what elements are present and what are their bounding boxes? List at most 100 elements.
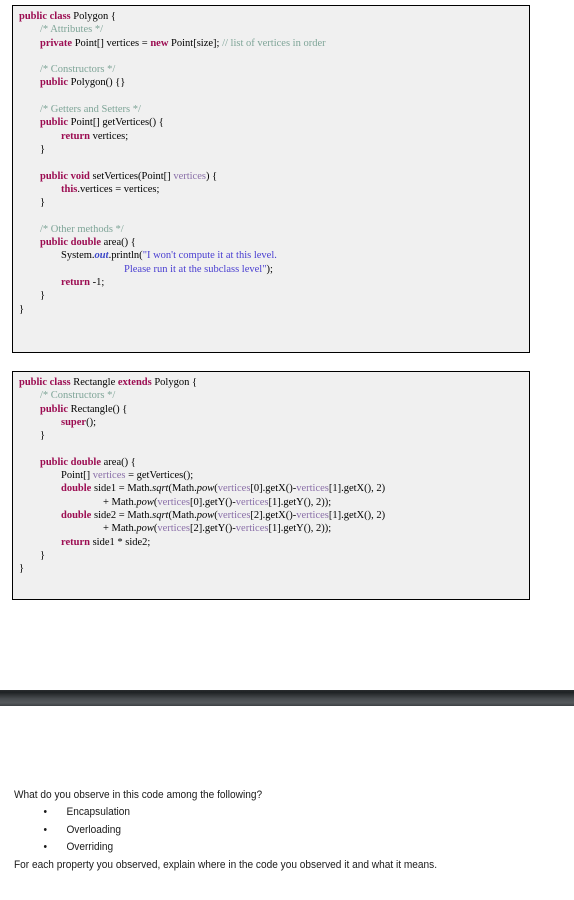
code-token: [0].getY()- bbox=[190, 496, 236, 508]
code-line: Please run it at the subclass level"); bbox=[13, 263, 529, 276]
code-token: } bbox=[19, 549, 46, 561]
code-token: Point[] bbox=[72, 37, 107, 49]
code-token: [1].getY(), 2)); bbox=[268, 496, 332, 508]
code-token: side1 = Math. bbox=[91, 483, 153, 495]
code-token: (); bbox=[86, 416, 97, 428]
code-line: double side2 = Math.sqrt(Math.pow(vertic… bbox=[13, 509, 529, 522]
code-token: public bbox=[40, 117, 69, 129]
code-token: return bbox=[61, 130, 90, 142]
bullet-icon: • bbox=[43, 806, 47, 818]
code-token: } bbox=[19, 290, 46, 302]
code-line: /* Other methods */ bbox=[13, 223, 529, 236]
code-token: } bbox=[19, 197, 46, 209]
code-token: .println( bbox=[108, 250, 143, 262]
code-token: vertices bbox=[217, 509, 251, 521]
code-line: public double area() { bbox=[13, 456, 529, 469]
code-line: public class Polygon { bbox=[13, 10, 529, 23]
code-line: } bbox=[13, 196, 529, 209]
code-token: Point[] getVertices() { bbox=[68, 117, 164, 129]
code-token: pow bbox=[196, 509, 215, 521]
code-line: public void setVertices(Point[] vertices… bbox=[13, 170, 529, 183]
code-token: [2].getY()- bbox=[190, 523, 236, 535]
code-line: + Math.pow(vertices[2].getY()-vertices[1… bbox=[13, 522, 529, 535]
code-token: ) { bbox=[205, 170, 218, 182]
divider-bar bbox=[0, 690, 574, 706]
code-token: pow bbox=[196, 483, 215, 495]
code-token: ); bbox=[266, 263, 273, 275]
code-line: + Math.pow(vertices[0].getY()-vertices[1… bbox=[13, 496, 529, 509]
code-line: /* Constructors */ bbox=[13, 63, 529, 76]
code-line: public Point[] getVertices() { bbox=[13, 116, 529, 129]
question-block: What do you observe in this code among t… bbox=[14, 787, 511, 874]
code-token: side2 = Math. bbox=[91, 509, 153, 521]
code-token: } bbox=[19, 430, 46, 442]
code-token: ; bbox=[125, 130, 129, 142]
code-token: public class bbox=[19, 11, 71, 22]
code-line: this.vertices = vertices; bbox=[13, 183, 529, 196]
code-token: side1 * side2; bbox=[89, 536, 151, 548]
code-token: Point[] bbox=[19, 470, 93, 482]
code-token: vertices bbox=[79, 183, 113, 195]
question-option-overloading: • Overloading bbox=[14, 822, 511, 840]
code-token: vertices bbox=[157, 523, 191, 535]
code-token: vertices bbox=[173, 170, 206, 182]
code-token: } bbox=[19, 303, 25, 315]
code-token: area() { bbox=[101, 237, 136, 249]
code-line: } bbox=[13, 303, 529, 316]
code-line: double side1 = Math.sqrt(Math.pow(vertic… bbox=[13, 482, 529, 495]
code-token: pow bbox=[136, 496, 154, 508]
question-option-label: Overriding bbox=[66, 841, 114, 853]
code-line: private Point[] vertices = new Point[siz… bbox=[13, 37, 529, 50]
code-line: } bbox=[13, 289, 529, 302]
code-token: = bbox=[139, 37, 151, 49]
code-line: } bbox=[13, 562, 529, 575]
code-line: } bbox=[13, 549, 529, 562]
code-token: sqrt bbox=[152, 483, 169, 495]
code-token: public double bbox=[40, 237, 101, 249]
code-line: return vertices; bbox=[13, 130, 529, 143]
code-token: /* Other methods */ bbox=[40, 223, 124, 235]
code-token: Rectangle() { bbox=[68, 403, 128, 415]
code-token: vertices bbox=[92, 470, 126, 482]
code-token: double bbox=[61, 509, 92, 521]
code-token: vertices bbox=[157, 496, 191, 508]
code-token: + Math. bbox=[19, 496, 137, 508]
code-block-rectangle: public class Rectangle extends Polygon {… bbox=[12, 371, 530, 600]
question-option-overriding: • Overriding bbox=[14, 839, 511, 857]
code-block-polygon: public class Polygon { /* Attributes */ … bbox=[12, 5, 530, 353]
code-token: pow bbox=[136, 523, 154, 535]
code-token: vertices bbox=[296, 509, 329, 521]
code-token: Polygon { bbox=[70, 11, 116, 22]
code-line: } bbox=[13, 429, 529, 442]
code-token: /* Constructors */ bbox=[40, 390, 116, 402]
code-line: /* Attributes */ bbox=[13, 23, 529, 36]
code-token: Point[ bbox=[168, 37, 197, 49]
code-token: size bbox=[196, 37, 214, 49]
code-token: return bbox=[61, 276, 90, 288]
code-token: out bbox=[94, 250, 109, 262]
code-token: area() { bbox=[101, 456, 136, 468]
code-line: public Rectangle() { bbox=[13, 403, 529, 416]
code-token: /* Getters and Setters */ bbox=[40, 104, 141, 116]
code-token: Polygon() {} bbox=[68, 77, 126, 89]
code-line: System.out.println("I won't compute it a… bbox=[13, 249, 529, 262]
code-line: /* Constructors */ bbox=[13, 389, 529, 402]
code-token: vertices bbox=[296, 483, 329, 495]
question-option-label: Overloading bbox=[66, 823, 122, 836]
